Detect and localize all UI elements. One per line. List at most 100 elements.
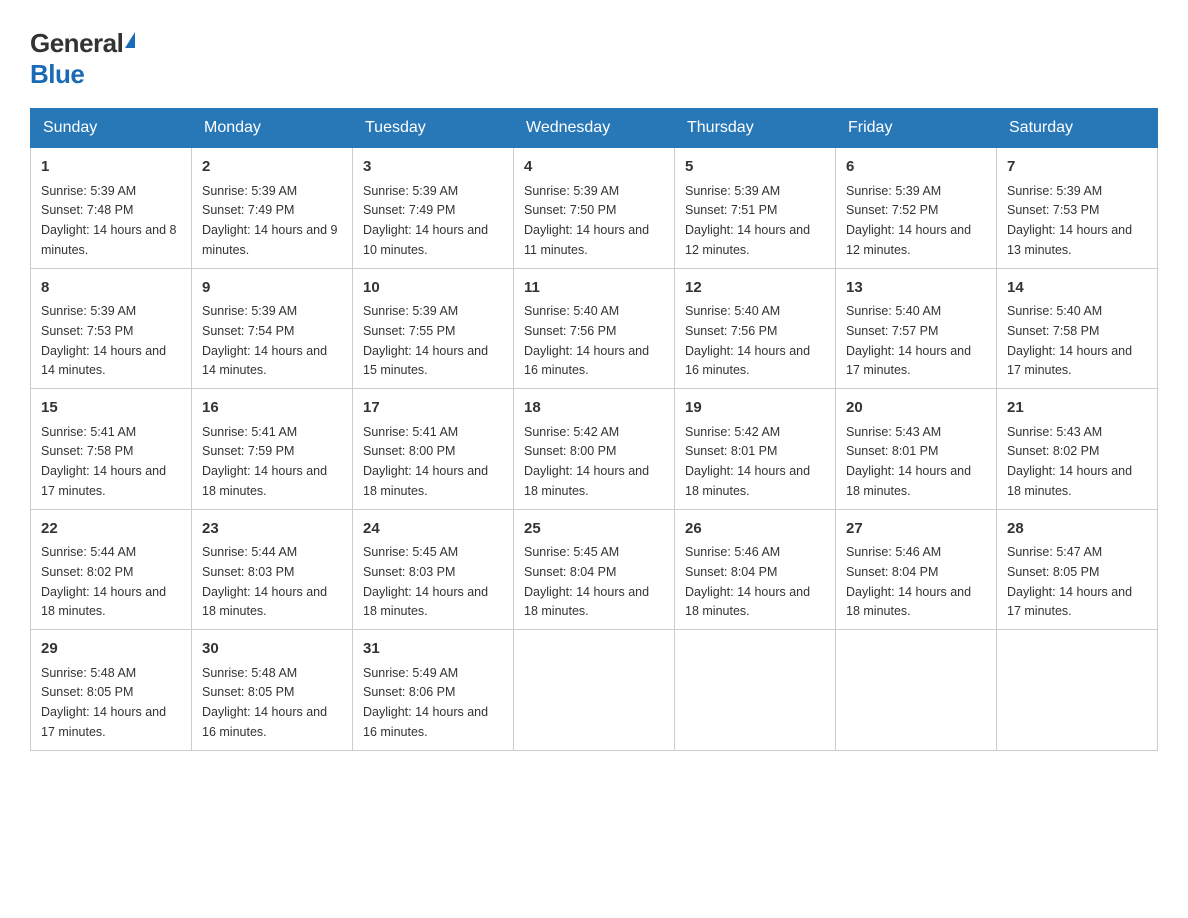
day-number: 25 xyxy=(524,518,664,541)
calendar-day-cell: 13 Sunrise: 5:40 AMSunset: 7:57 PMDaylig… xyxy=(836,268,997,389)
day-number: 26 xyxy=(685,518,825,541)
calendar-day-cell xyxy=(836,630,997,751)
day-number: 5 xyxy=(685,156,825,179)
day-number: 2 xyxy=(202,156,342,179)
day-number: 1 xyxy=(41,156,181,179)
day-number: 11 xyxy=(524,277,664,300)
day-number: 15 xyxy=(41,397,181,420)
day-number: 24 xyxy=(363,518,503,541)
day-number: 8 xyxy=(41,277,181,300)
calendar-table: SundayMondayTuesdayWednesdayThursdayFrid… xyxy=(30,108,1158,751)
weekday-header-saturday: Saturday xyxy=(997,109,1158,148)
day-info: Sunrise: 5:39 AMSunset: 7:55 PMDaylight:… xyxy=(363,304,488,377)
day-info: Sunrise: 5:40 AMSunset: 7:56 PMDaylight:… xyxy=(685,304,810,377)
weekday-header-thursday: Thursday xyxy=(675,109,836,148)
day-number: 13 xyxy=(846,277,986,300)
day-number: 4 xyxy=(524,156,664,179)
day-info: Sunrise: 5:42 AMSunset: 8:00 PMDaylight:… xyxy=(524,425,649,498)
day-info: Sunrise: 5:39 AMSunset: 7:49 PMDaylight:… xyxy=(363,184,488,257)
day-info: Sunrise: 5:47 AMSunset: 8:05 PMDaylight:… xyxy=(1007,545,1132,618)
weekday-header-tuesday: Tuesday xyxy=(353,109,514,148)
day-number: 27 xyxy=(846,518,986,541)
day-info: Sunrise: 5:39 AMSunset: 7:52 PMDaylight:… xyxy=(846,184,971,257)
calendar-day-cell: 1 Sunrise: 5:39 AMSunset: 7:48 PMDayligh… xyxy=(31,148,192,269)
calendar-week-row: 1 Sunrise: 5:39 AMSunset: 7:48 PMDayligh… xyxy=(31,148,1158,269)
calendar-day-cell: 30 Sunrise: 5:48 AMSunset: 8:05 PMDaylig… xyxy=(192,630,353,751)
day-info: Sunrise: 5:40 AMSunset: 7:56 PMDaylight:… xyxy=(524,304,649,377)
day-info: Sunrise: 5:40 AMSunset: 7:57 PMDaylight:… xyxy=(846,304,971,377)
calendar-day-cell: 28 Sunrise: 5:47 AMSunset: 8:05 PMDaylig… xyxy=(997,509,1158,630)
day-info: Sunrise: 5:41 AMSunset: 7:59 PMDaylight:… xyxy=(202,425,327,498)
calendar-day-cell: 26 Sunrise: 5:46 AMSunset: 8:04 PMDaylig… xyxy=(675,509,836,630)
calendar-day-cell: 2 Sunrise: 5:39 AMSunset: 7:49 PMDayligh… xyxy=(192,148,353,269)
day-number: 22 xyxy=(41,518,181,541)
day-info: Sunrise: 5:48 AMSunset: 8:05 PMDaylight:… xyxy=(202,666,327,739)
calendar-day-cell: 15 Sunrise: 5:41 AMSunset: 7:58 PMDaylig… xyxy=(31,389,192,510)
calendar-day-cell: 21 Sunrise: 5:43 AMSunset: 8:02 PMDaylig… xyxy=(997,389,1158,510)
calendar-day-cell: 12 Sunrise: 5:40 AMSunset: 7:56 PMDaylig… xyxy=(675,268,836,389)
calendar-day-cell xyxy=(675,630,836,751)
calendar-day-cell: 20 Sunrise: 5:43 AMSunset: 8:01 PMDaylig… xyxy=(836,389,997,510)
calendar-day-cell: 6 Sunrise: 5:39 AMSunset: 7:52 PMDayligh… xyxy=(836,148,997,269)
day-info: Sunrise: 5:44 AMSunset: 8:02 PMDaylight:… xyxy=(41,545,166,618)
day-number: 6 xyxy=(846,156,986,179)
calendar-day-cell: 29 Sunrise: 5:48 AMSunset: 8:05 PMDaylig… xyxy=(31,630,192,751)
calendar-day-cell: 8 Sunrise: 5:39 AMSunset: 7:53 PMDayligh… xyxy=(31,268,192,389)
day-info: Sunrise: 5:45 AMSunset: 8:04 PMDaylight:… xyxy=(524,545,649,618)
weekday-header-sunday: Sunday xyxy=(31,109,192,148)
calendar-day-cell: 4 Sunrise: 5:39 AMSunset: 7:50 PMDayligh… xyxy=(514,148,675,269)
calendar-day-cell: 5 Sunrise: 5:39 AMSunset: 7:51 PMDayligh… xyxy=(675,148,836,269)
day-info: Sunrise: 5:39 AMSunset: 7:54 PMDaylight:… xyxy=(202,304,327,377)
calendar-day-cell: 3 Sunrise: 5:39 AMSunset: 7:49 PMDayligh… xyxy=(353,148,514,269)
calendar-day-cell: 27 Sunrise: 5:46 AMSunset: 8:04 PMDaylig… xyxy=(836,509,997,630)
weekday-header-wednesday: Wednesday xyxy=(514,109,675,148)
day-number: 19 xyxy=(685,397,825,420)
calendar-day-cell: 24 Sunrise: 5:45 AMSunset: 8:03 PMDaylig… xyxy=(353,509,514,630)
calendar-day-cell: 31 Sunrise: 5:49 AMSunset: 8:06 PMDaylig… xyxy=(353,630,514,751)
day-info: Sunrise: 5:43 AMSunset: 8:02 PMDaylight:… xyxy=(1007,425,1132,498)
day-info: Sunrise: 5:40 AMSunset: 7:58 PMDaylight:… xyxy=(1007,304,1132,377)
calendar-day-cell: 23 Sunrise: 5:44 AMSunset: 8:03 PMDaylig… xyxy=(192,509,353,630)
day-info: Sunrise: 5:42 AMSunset: 8:01 PMDaylight:… xyxy=(685,425,810,498)
calendar-week-row: 29 Sunrise: 5:48 AMSunset: 8:05 PMDaylig… xyxy=(31,630,1158,751)
calendar-day-cell: 10 Sunrise: 5:39 AMSunset: 7:55 PMDaylig… xyxy=(353,268,514,389)
day-number: 30 xyxy=(202,638,342,661)
calendar-week-row: 8 Sunrise: 5:39 AMSunset: 7:53 PMDayligh… xyxy=(31,268,1158,389)
day-number: 28 xyxy=(1007,518,1147,541)
day-number: 9 xyxy=(202,277,342,300)
day-number: 31 xyxy=(363,638,503,661)
calendar-day-cell: 14 Sunrise: 5:40 AMSunset: 7:58 PMDaylig… xyxy=(997,268,1158,389)
day-info: Sunrise: 5:43 AMSunset: 8:01 PMDaylight:… xyxy=(846,425,971,498)
day-number: 3 xyxy=(363,156,503,179)
day-number: 12 xyxy=(685,277,825,300)
day-number: 17 xyxy=(363,397,503,420)
day-number: 18 xyxy=(524,397,664,420)
day-info: Sunrise: 5:46 AMSunset: 8:04 PMDaylight:… xyxy=(846,545,971,618)
calendar-day-cell: 16 Sunrise: 5:41 AMSunset: 7:59 PMDaylig… xyxy=(192,389,353,510)
calendar-week-row: 15 Sunrise: 5:41 AMSunset: 7:58 PMDaylig… xyxy=(31,389,1158,510)
day-info: Sunrise: 5:39 AMSunset: 7:49 PMDaylight:… xyxy=(202,184,338,257)
logo-triangle-icon xyxy=(125,32,135,48)
calendar-day-cell xyxy=(514,630,675,751)
logo-general-text: General xyxy=(30,28,123,59)
calendar-day-cell: 7 Sunrise: 5:39 AMSunset: 7:53 PMDayligh… xyxy=(997,148,1158,269)
day-info: Sunrise: 5:39 AMSunset: 7:50 PMDaylight:… xyxy=(524,184,649,257)
day-info: Sunrise: 5:45 AMSunset: 8:03 PMDaylight:… xyxy=(363,545,488,618)
day-number: 29 xyxy=(41,638,181,661)
day-info: Sunrise: 5:39 AMSunset: 7:48 PMDaylight:… xyxy=(41,184,177,257)
calendar-day-cell: 19 Sunrise: 5:42 AMSunset: 8:01 PMDaylig… xyxy=(675,389,836,510)
day-info: Sunrise: 5:41 AMSunset: 8:00 PMDaylight:… xyxy=(363,425,488,498)
logo: General Blue xyxy=(30,28,135,90)
calendar-day-cell: 25 Sunrise: 5:45 AMSunset: 8:04 PMDaylig… xyxy=(514,509,675,630)
day-info: Sunrise: 5:41 AMSunset: 7:58 PMDaylight:… xyxy=(41,425,166,498)
weekday-header-monday: Monday xyxy=(192,109,353,148)
weekday-header-row: SundayMondayTuesdayWednesdayThursdayFrid… xyxy=(31,109,1158,148)
day-info: Sunrise: 5:39 AMSunset: 7:53 PMDaylight:… xyxy=(41,304,166,377)
header: General Blue xyxy=(30,20,1158,90)
calendar-day-cell xyxy=(997,630,1158,751)
calendar-day-cell: 17 Sunrise: 5:41 AMSunset: 8:00 PMDaylig… xyxy=(353,389,514,510)
day-info: Sunrise: 5:44 AMSunset: 8:03 PMDaylight:… xyxy=(202,545,327,618)
day-info: Sunrise: 5:49 AMSunset: 8:06 PMDaylight:… xyxy=(363,666,488,739)
calendar-day-cell: 18 Sunrise: 5:42 AMSunset: 8:00 PMDaylig… xyxy=(514,389,675,510)
calendar-day-cell: 11 Sunrise: 5:40 AMSunset: 7:56 PMDaylig… xyxy=(514,268,675,389)
